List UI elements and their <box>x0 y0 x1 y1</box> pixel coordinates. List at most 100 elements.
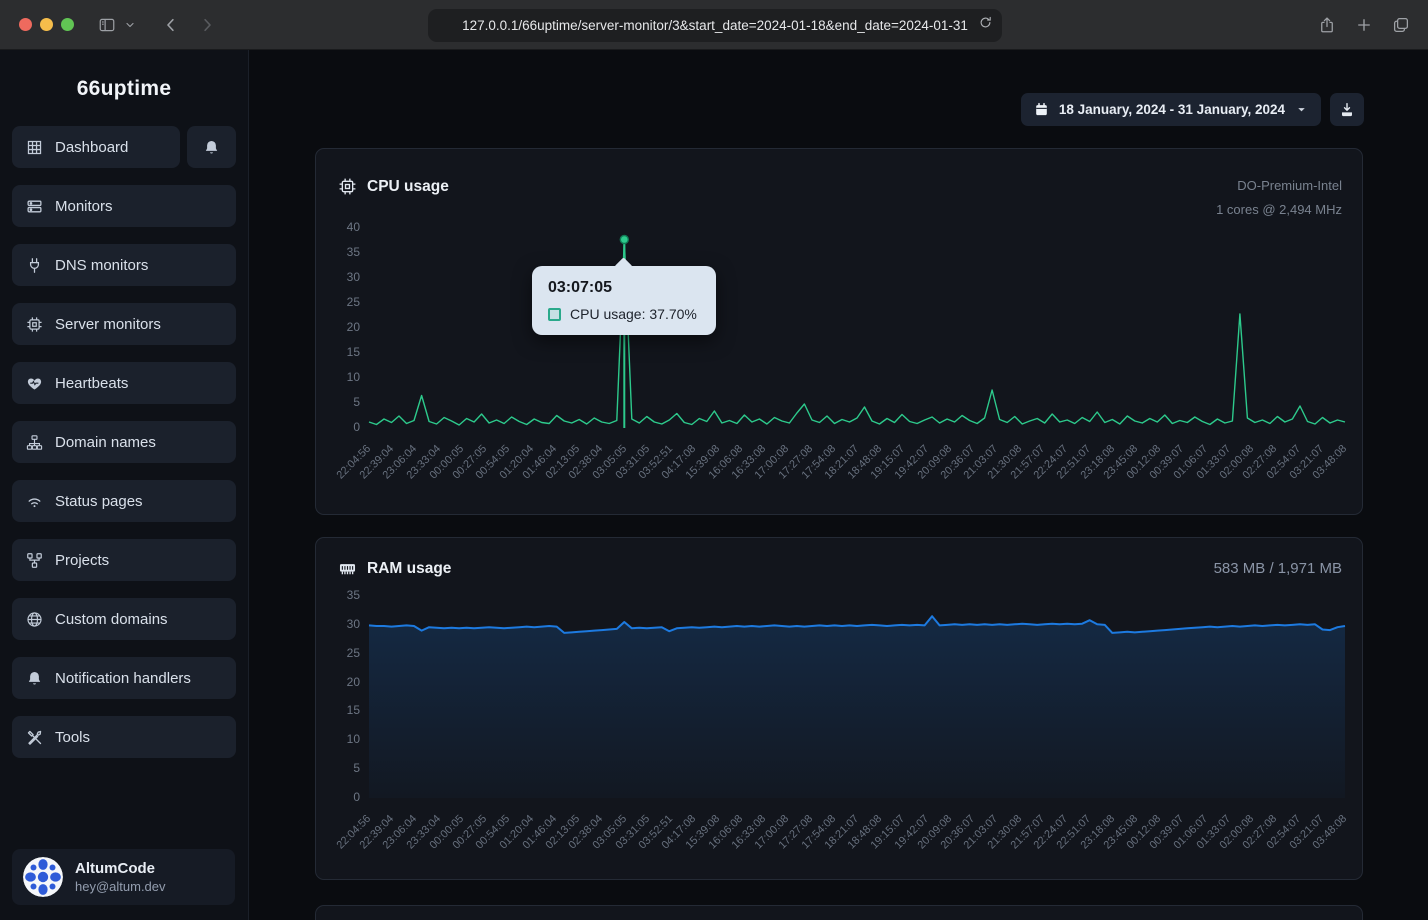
y-axis-tick: 25 <box>316 295 360 309</box>
tab-overview-icon[interactable] <box>1392 16 1410 34</box>
grid-icon <box>26 139 43 156</box>
sidebar-item-domain-names[interactable]: Domain names <box>12 421 236 463</box>
sidebar-item-label: DNS monitors <box>55 257 148 274</box>
sidebar-item-label: Notification handlers <box>55 670 191 687</box>
date-range-button[interactable]: 18 January, 2024 - 31 January, 2024 <box>1021 93 1321 126</box>
y-axis-tick: 25 <box>316 646 360 660</box>
server-icon <box>26 198 43 215</box>
y-axis-tick: 5 <box>316 395 360 409</box>
forward-button <box>198 16 216 34</box>
sidebar-item-dashboard[interactable]: Dashboard <box>12 126 180 168</box>
y-axis-tick: 10 <box>316 370 360 384</box>
y-axis-tick: 10 <box>316 732 360 746</box>
sidebar-item-label: Heartbeats <box>55 375 128 392</box>
tooltip-value: CPU usage: 37.70% <box>570 306 697 322</box>
y-axis-tick: 0 <box>316 790 360 804</box>
cpu-icon <box>26 316 43 333</box>
bell-icon <box>203 139 220 156</box>
sidebar-item-server-monitors[interactable]: Server monitors <box>12 303 236 345</box>
window-controls[interactable] <box>19 18 74 31</box>
chart-tooltip: 03:07:05 CPU usage: 37.70% <box>532 266 716 335</box>
sidebar-toggle-icon[interactable] <box>98 16 116 34</box>
wifi-icon <box>26 493 43 510</box>
brand-logo: 66uptime <box>0 77 248 101</box>
export-button[interactable] <box>1330 93 1364 126</box>
sidebar-item-label: Projects <box>55 552 109 569</box>
ram-chart-plot[interactable]: 05101520253035 <box>369 596 1345 798</box>
account-name: AltumCode <box>75 859 166 878</box>
globe-icon <box>26 611 43 628</box>
zoom-window-button[interactable] <box>61 18 74 31</box>
card-partial <box>315 905 1363 920</box>
sidebar-item-label: Server monitors <box>55 316 161 333</box>
notifications-button[interactable] <box>187 126 236 168</box>
y-axis-tick: 35 <box>316 245 360 259</box>
cpu-chart-plot[interactable]: 03:07:05 CPU usage: 37.70% 0510152025303… <box>369 228 1345 428</box>
ram-usage-card: RAM usage 583 MB / 1,971 MB 051015202530… <box>315 537 1363 880</box>
sitemap-icon <box>26 434 43 451</box>
server-specs: DO-Premium-Intel 1 cores @ 2,494 MHz <box>1216 174 1342 222</box>
sidebar-item-projects[interactable]: Projects <box>12 539 236 581</box>
sidebar-item-label: Domain names <box>55 434 156 451</box>
tab-group-chevron-icon[interactable] <box>124 19 136 31</box>
y-axis-tick: 0 <box>316 420 360 434</box>
address-bar[interactable]: 127.0.0.1/66uptime/server-monitor/3&star… <box>428 9 1002 42</box>
sidebar-nav: Dashboard Monitors DNS monitors Server moni… <box>12 126 236 758</box>
server-plan: DO-Premium-Intel <box>1216 174 1342 198</box>
sidebar-item-dns-monitors[interactable]: DNS monitors <box>12 244 236 286</box>
ram-icon <box>338 559 357 578</box>
y-axis-tick: 40 <box>316 220 360 234</box>
ram-chart-title: RAM usage <box>367 560 451 578</box>
cpu-chart-title: CPU usage <box>367 178 449 196</box>
ram-usage-summary: 583 MB / 1,971 MB <box>1214 560 1342 577</box>
account-card[interactable]: AltumCode hey@altum.dev <box>12 849 235 905</box>
sidebar-item-label: Dashboard <box>55 139 128 156</box>
minimize-window-button[interactable] <box>40 18 53 31</box>
reload-icon[interactable] <box>978 15 993 35</box>
browser-chrome: 127.0.0.1/66uptime/server-monitor/3&star… <box>0 0 1428 50</box>
sidebar-item-tools[interactable]: Tools <box>12 716 236 758</box>
sidebar-item-label: Tools <box>55 729 90 746</box>
cpu-icon <box>338 177 357 196</box>
y-axis-tick: 20 <box>316 320 360 334</box>
url-text: 127.0.0.1/66uptime/server-monitor/3&star… <box>462 18 968 33</box>
ram-x-axis: 22:04:5622:39:0423:06:0423:33:0400:00:05… <box>369 803 1345 885</box>
sidebar: 66uptime Dashboard Monitors DNS monitors Se… <box>0 50 249 920</box>
sidebar-item-custom-domains[interactable]: Custom domains <box>12 598 236 640</box>
chevron-down-icon <box>1295 103 1308 116</box>
bell-icon <box>26 670 43 687</box>
y-axis-tick: 20 <box>316 675 360 689</box>
close-window-button[interactable] <box>19 18 32 31</box>
plug-icon <box>26 257 43 274</box>
y-axis-tick: 15 <box>316 703 360 717</box>
diagram-icon <box>26 552 43 569</box>
y-axis-tick: 15 <box>316 345 360 359</box>
cpu-x-axis: 22:04:5622:39:0423:06:0423:33:0400:00:05… <box>369 433 1345 515</box>
avatar <box>23 857 63 897</box>
download-icon <box>1339 102 1355 118</box>
date-range-label: 18 January, 2024 - 31 January, 2024 <box>1059 102 1285 117</box>
main-content: 18 January, 2024 - 31 January, 2024 CPU … <box>249 50 1428 920</box>
sidebar-item-monitors[interactable]: Monitors <box>12 185 236 227</box>
heartbeat-icon <box>26 375 43 392</box>
y-axis-tick: 30 <box>316 617 360 631</box>
back-button[interactable] <box>162 16 180 34</box>
y-axis-tick: 35 <box>316 588 360 602</box>
tooltip-time: 03:07:05 <box>548 279 700 297</box>
tools-icon <box>26 729 43 746</box>
account-email: hey@altum.dev <box>75 878 166 895</box>
new-tab-icon[interactable] <box>1355 16 1373 34</box>
y-axis-tick: 5 <box>316 761 360 775</box>
calendar-icon <box>1034 102 1049 117</box>
series-swatch <box>548 308 561 321</box>
sidebar-item-label: Monitors <box>55 198 113 215</box>
share-icon[interactable] <box>1318 16 1336 34</box>
sidebar-item-label: Custom domains <box>55 611 168 628</box>
sidebar-item-notification-handlers[interactable]: Notification handlers <box>12 657 236 699</box>
cpu-usage-card: CPU usage DO-Premium-Intel 1 cores @ 2,4… <box>315 148 1363 515</box>
sidebar-item-heartbeats[interactable]: Heartbeats <box>12 362 236 404</box>
sidebar-item-status-pages[interactable]: Status pages <box>12 480 236 522</box>
y-axis-tick: 30 <box>316 270 360 284</box>
server-cores: 1 cores @ 2,494 MHz <box>1216 198 1342 222</box>
sidebar-item-label: Status pages <box>55 493 143 510</box>
